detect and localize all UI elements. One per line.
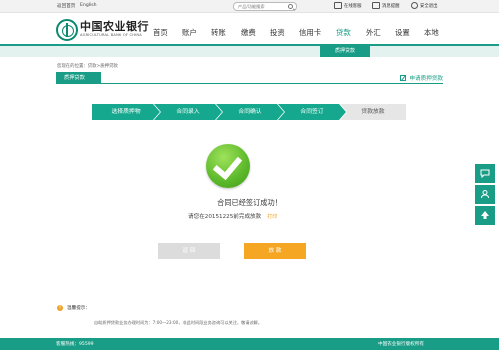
nav-settings[interactable]: 设置 <box>395 27 410 38</box>
brand-name: 中国农业银行 <box>80 20 149 33</box>
search-box[interactable] <box>233 2 297 11</box>
online-service-label: 在线客服 <box>344 3 362 9</box>
progress-steps: 选择质押物 合同录入 合同确认 合同签订 贷款放款 <box>92 104 406 120</box>
up-arrow-icon <box>481 211 489 219</box>
subnav-pledge-loan[interactable]: 质押贷款 <box>320 46 370 57</box>
info-icon: ! <box>57 305 63 311</box>
english-link[interactable]: English <box>80 3 97 8</box>
nav-local[interactable]: 本地 <box>424 27 439 38</box>
header: 中国农业银行 AGRICULTURAL BANK OF CHINA 首页 账户 … <box>0 13 499 44</box>
nav-account[interactable]: 账户 <box>182 27 197 38</box>
tips-text: 自助质押贷款业务办理时间为：7:00—23:00，非此时间段业务咨询可以关注，敬… <box>94 320 263 325</box>
messages-label: 消息提醒 <box>382 3 400 9</box>
float-top-button[interactable] <box>475 206 495 225</box>
logout-label: 安全退出 <box>420 3 438 9</box>
float-chat-button[interactable] <box>475 164 495 183</box>
message-icon <box>372 2 380 9</box>
hotline: 客服热线：95599 <box>56 342 94 347</box>
footer: 客服热线：95599 中国农业银行版权所有 <box>0 338 499 350</box>
disburse-button[interactable]: 放 款 <box>244 243 306 259</box>
print-link[interactable]: 打印 <box>267 214 277 220</box>
section-tab[interactable]: 质押贷款 <box>56 72 101 84</box>
step-contract-sign: 合同签订 <box>278 104 346 120</box>
nav-transfer[interactable]: 转账 <box>211 27 226 38</box>
apply-label: 申请质押贷款 <box>409 76 443 82</box>
user-icon <box>481 190 489 199</box>
page: { "topbar": { "home_link": "返回首页", "engl… <box>0 0 499 350</box>
bank-logo[interactable] <box>56 19 78 41</box>
sub-navigation: 质押贷款 <box>0 44 499 57</box>
apply-pledge-loan-link[interactable]: 申请质押贷款 <box>400 74 443 82</box>
step-contract-entry: 合同录入 <box>154 104 222 120</box>
top-utility-bar: 返回首页 English 在线客服 消息提醒 安全退出 <box>0 0 499 13</box>
float-user-button[interactable] <box>475 185 495 204</box>
step-select-collateral: 选择质押物 <box>92 104 160 120</box>
nav-credit-card[interactable]: 信用卡 <box>299 27 321 38</box>
logout-link[interactable]: 安全退出 <box>411 2 438 9</box>
edit-icon <box>400 75 407 81</box>
search-icon[interactable] <box>288 4 293 9</box>
logout-icon <box>411 2 418 9</box>
home-link[interactable]: 返回首页 <box>57 3 75 9</box>
brand-english-name: AGRICULTURAL BANK OF CHINA <box>80 33 142 37</box>
breadcrumb: 您现在的位置：贷款>质押贷款 <box>57 64 118 69</box>
success-message: 合同已经签订成功！ <box>217 198 282 207</box>
nav-forex[interactable]: 外汇 <box>366 27 381 38</box>
copyright: 中国农业银行版权所有 <box>378 342 424 347</box>
check-icon <box>206 144 250 188</box>
back-button[interactable]: 返 回 <box>158 243 220 259</box>
search-input[interactable] <box>234 3 286 10</box>
online-service-link[interactable]: 在线客服 <box>334 2 362 9</box>
step-contract-confirm: 合同确认 <box>216 104 284 120</box>
step-disburse: 贷款放款 <box>340 104 406 120</box>
tips-heading: 温馨提示： <box>67 306 90 311</box>
nav-home[interactable]: 首页 <box>153 27 168 38</box>
nav-invest[interactable]: 投资 <box>270 27 285 38</box>
disburse-note-text: 请您在20151225前完成放款 <box>188 214 262 220</box>
chat-icon <box>480 169 490 178</box>
nav-payment[interactable]: 缴费 <box>241 27 256 38</box>
messages-link[interactable]: 消息提醒 <box>372 2 400 9</box>
nav-loan[interactable]: 贷款 <box>336 27 351 38</box>
service-icon <box>334 2 342 9</box>
section-bar: 质押贷款 申请质押贷款 <box>56 72 443 84</box>
disburse-note: 请您在20151225前完成放款 打印 <box>188 212 277 220</box>
